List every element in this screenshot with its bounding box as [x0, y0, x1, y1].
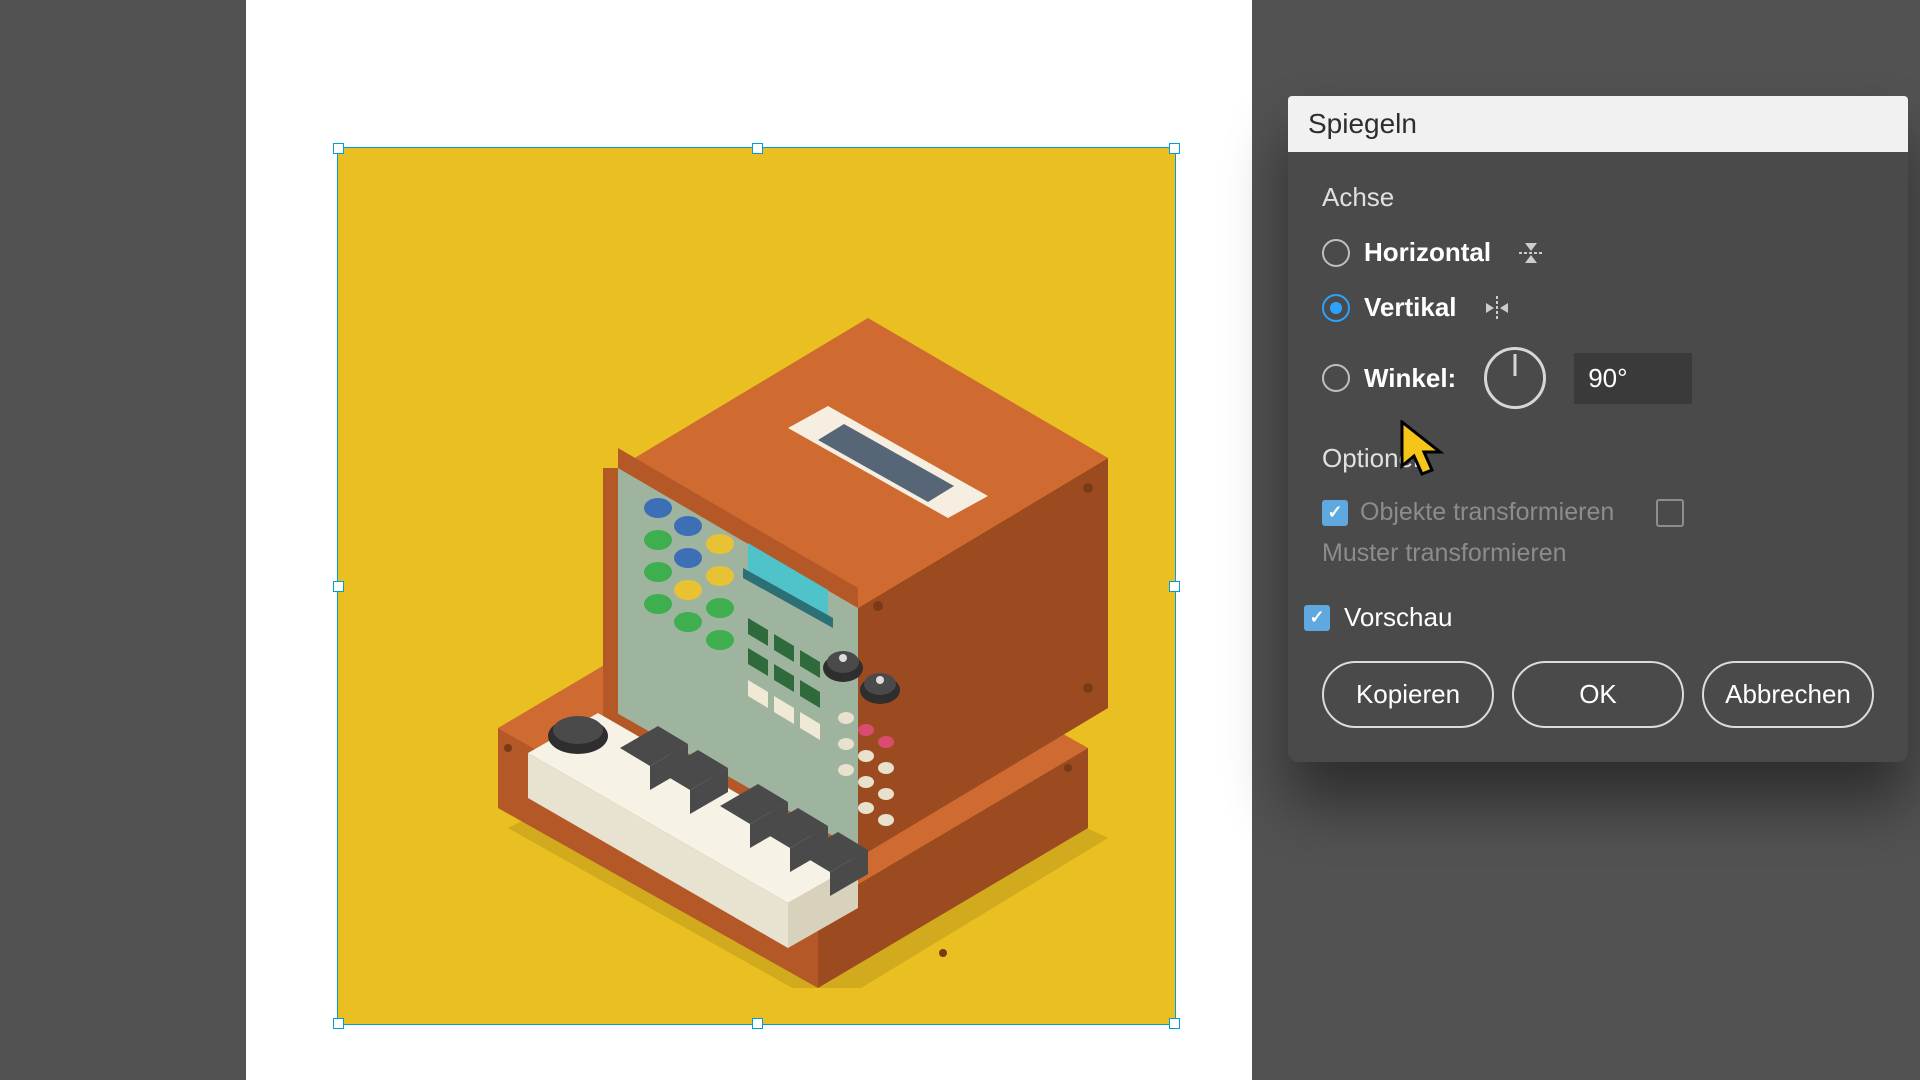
- workspace-background: Spiegeln Achse Horizontal Vertikal: [0, 0, 1920, 1080]
- angle-input[interactable]: [1574, 353, 1692, 404]
- radio-angle[interactable]: [1322, 364, 1350, 392]
- reflect-dialog: Spiegeln Achse Horizontal Vertikal: [1288, 96, 1908, 762]
- angle-dial-icon[interactable]: [1484, 347, 1546, 409]
- checkbox-transform-objects[interactable]: [1322, 500, 1348, 526]
- radio-horizontal[interactable]: [1322, 239, 1350, 267]
- radio-horizontal-label: Horizontal: [1364, 237, 1491, 268]
- selection-handle[interactable]: [1169, 581, 1180, 592]
- checkbox-preview[interactable]: [1304, 605, 1330, 631]
- selection-handle[interactable]: [752, 143, 763, 154]
- radio-angle-label: Winkel:: [1364, 363, 1456, 394]
- radio-row-vertical[interactable]: Vertikal: [1322, 292, 1874, 323]
- selection-handle[interactable]: [333, 581, 344, 592]
- cancel-button[interactable]: Abbrechen: [1702, 661, 1874, 728]
- radio-vertical-label: Vertikal: [1364, 292, 1457, 323]
- copy-button[interactable]: Kopieren: [1322, 661, 1494, 728]
- options-section-label: Optionen: [1322, 443, 1874, 474]
- selection-handle[interactable]: [333, 1018, 344, 1029]
- horizontal-flip-icon: [1517, 239, 1545, 267]
- synthesizer-illustration: [388, 188, 1118, 988]
- selected-artwork[interactable]: [338, 148, 1175, 1024]
- selection-handle[interactable]: [333, 143, 344, 154]
- vertical-flip-icon: [1483, 294, 1511, 322]
- transform-patterns-label: Muster transformieren: [1322, 539, 1567, 568]
- radio-row-horizontal[interactable]: Horizontal: [1322, 237, 1874, 268]
- radio-row-angle[interactable]: Winkel:: [1322, 347, 1874, 409]
- selection-handle[interactable]: [752, 1018, 763, 1029]
- ok-button[interactable]: OK: [1512, 661, 1684, 728]
- selection-handle[interactable]: [1169, 1018, 1180, 1029]
- radio-vertical[interactable]: [1322, 294, 1350, 322]
- transform-objects-label: Objekte transformieren: [1360, 498, 1614, 527]
- preview-label: Vorschau: [1344, 602, 1452, 633]
- preview-row[interactable]: Vorschau: [1304, 602, 1874, 633]
- dialog-title: Spiegeln: [1288, 96, 1908, 152]
- selection-handle[interactable]: [1169, 143, 1180, 154]
- axis-section-label: Achse: [1322, 182, 1874, 213]
- checkbox-transform-patterns[interactable]: [1656, 499, 1684, 527]
